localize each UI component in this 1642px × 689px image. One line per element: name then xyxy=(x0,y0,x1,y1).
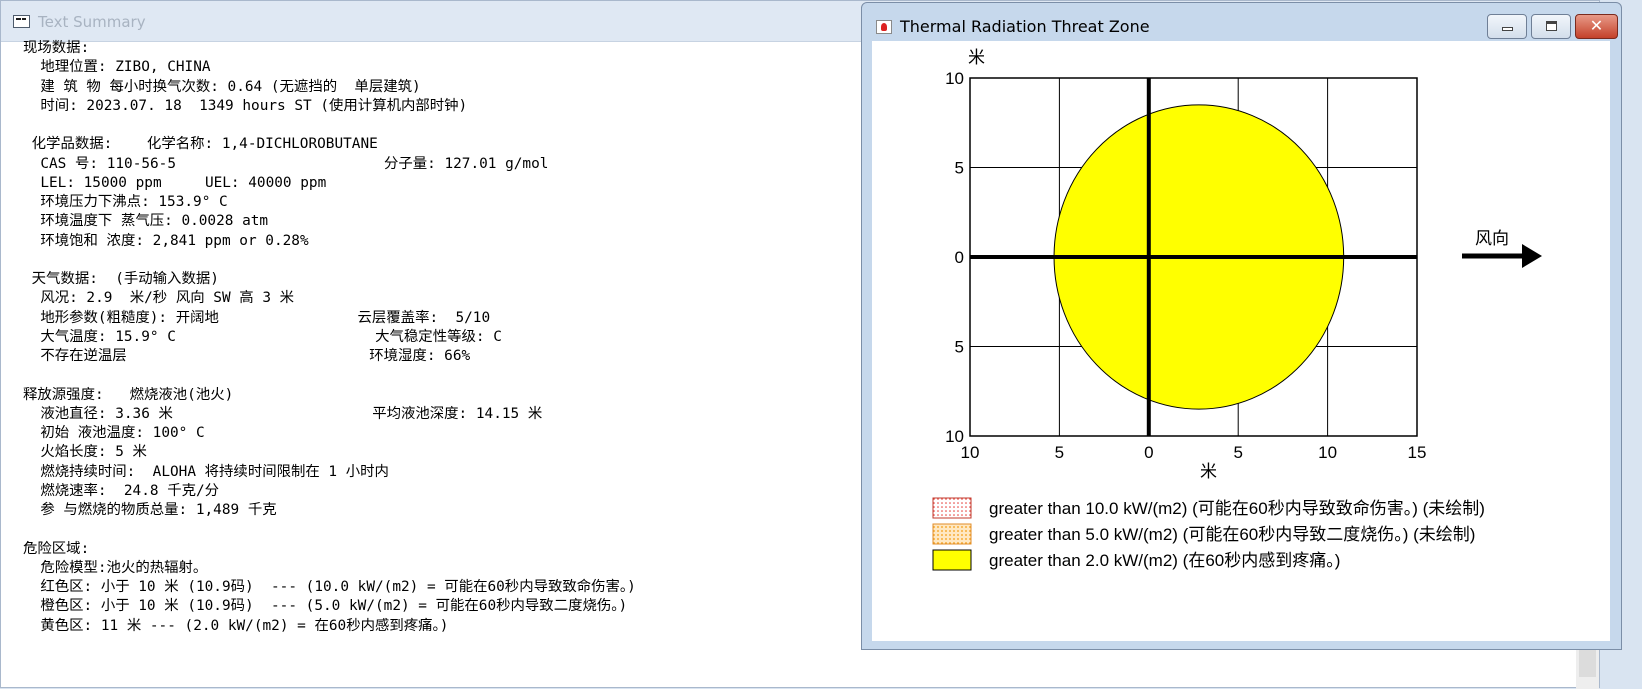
minimize-icon xyxy=(1502,27,1513,31)
legend-swatch-red xyxy=(932,497,972,519)
wind-direction-indicator: 风向 xyxy=(1462,229,1542,268)
close-button[interactable]: ✕ xyxy=(1575,14,1618,39)
threat-zone-chart: 10 5 0 5 10 151050510 米 米 风向 greater than 10.… xyxy=(932,48,1542,571)
threat-titlebar[interactable]: Thermal Radiation Threat Zone ✕ xyxy=(862,3,1621,41)
legend: greater than 10.0 kW/(m2) (可能在60秒内导致致命伤害… xyxy=(932,497,1485,571)
maximize-button[interactable] xyxy=(1531,14,1571,39)
legend-swatch-orange xyxy=(932,523,972,545)
legend-label-yellow: greater than 2.0 kW/(m2) (在60秒内感到疼痛。) xyxy=(989,551,1340,570)
legend-label-orange: greater than 5.0 kW/(m2) (可能在60秒内导致二度烧伤。… xyxy=(989,525,1475,544)
x-tick-label: 10 xyxy=(1318,443,1337,462)
legend-swatch-yellow xyxy=(932,549,972,571)
app-window-icon xyxy=(13,15,30,28)
x-tick-label: 15 xyxy=(1408,443,1427,462)
y-axis-label: 米 xyxy=(968,48,985,67)
wind-direction-label: 风向 xyxy=(1475,229,1509,248)
x-tick-label: 5 xyxy=(1233,443,1242,462)
minimize-button[interactable] xyxy=(1487,14,1527,39)
y-tick-label: 0 xyxy=(955,248,964,267)
y-tick-label: 5 xyxy=(955,338,964,357)
summary-window-title: Text Summary xyxy=(38,13,146,31)
x-axis-label: 米 xyxy=(1200,462,1217,481)
close-icon: ✕ xyxy=(1589,16,1604,35)
maximize-icon xyxy=(1546,21,1557,31)
y-tick-label: 10 xyxy=(945,427,964,446)
threat-zone-window: Thermal Radiation Threat Zone ✕ 10 5 0 5… xyxy=(861,2,1622,650)
threat-plot-area: 10 5 0 5 10 15 10 5 0 5 10 米 米 风向 greater than 10.… xyxy=(872,41,1610,641)
summary-text-body: 现场数据: 地理位置: ZIBO, CHINA 建 筑 物 每小时换气次数: 0… xyxy=(23,40,636,634)
aloha-app-icon xyxy=(876,20,892,34)
legend-label-red: greater than 10.0 kW/(m2) (可能在60秒内导致致命伤害… xyxy=(989,499,1485,518)
y-tick-label: 5 xyxy=(955,159,964,178)
y-tick-label: 10 xyxy=(945,69,964,88)
threat-window-title: Thermal Radiation Threat Zone xyxy=(900,17,1150,36)
wind-arrow-icon xyxy=(1522,244,1542,268)
x-tick-label: 5 xyxy=(1055,443,1064,462)
x-tick-label: 0 xyxy=(1144,443,1153,462)
